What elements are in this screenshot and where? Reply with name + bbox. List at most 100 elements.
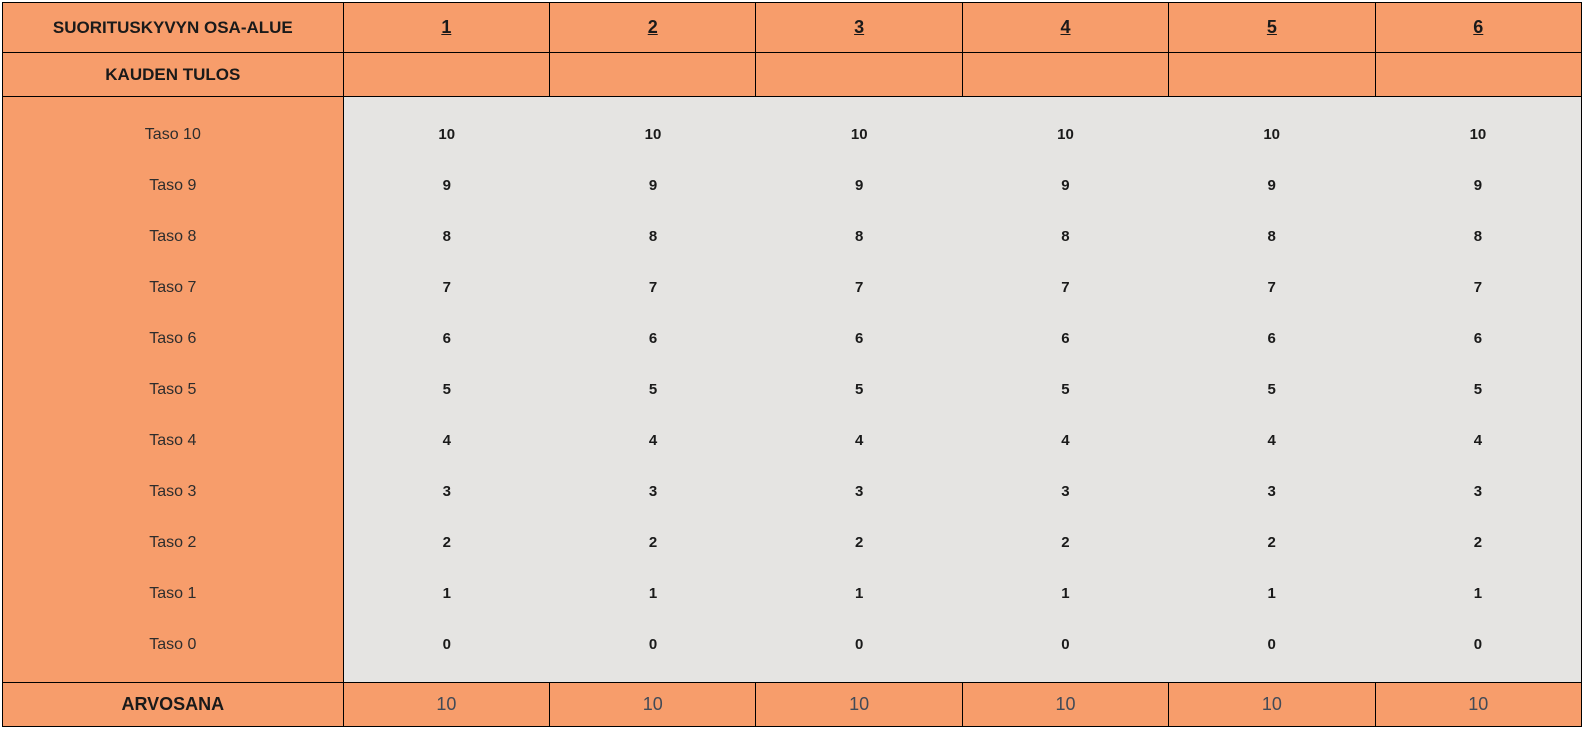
level-value: 8: [756, 229, 962, 244]
grade-header: ARVOSANA: [3, 683, 344, 727]
level-value: 9: [1375, 178, 1581, 193]
season-result-header: KAUDEN TULOS: [3, 53, 344, 97]
levels-row: Taso 10 Taso 9 Taso 8 Taso 7 Taso 6 Taso…: [3, 97, 1582, 683]
level-value: 4: [344, 433, 550, 448]
grade-cell-5: 10: [1169, 683, 1375, 727]
level-value: 4: [756, 433, 962, 448]
level-value: 8: [1375, 229, 1581, 244]
level-value: 0: [344, 637, 550, 652]
level-value: 5: [962, 382, 1168, 397]
col-header-1[interactable]: 1: [343, 3, 549, 53]
level-value: 9: [962, 178, 1168, 193]
level-value: 9: [1169, 178, 1375, 193]
level-label: Taso 6: [3, 331, 343, 347]
level-value: 10: [756, 127, 962, 142]
performance-table: SUORITUSKYVYN OSA-ALUE 1 2 3 4 5 6 KAUDE…: [2, 2, 1582, 727]
level-value: 3: [550, 484, 756, 499]
level-value: 10: [1169, 127, 1375, 142]
level-value: 6: [756, 331, 962, 346]
col-header-6[interactable]: 6: [1375, 3, 1581, 53]
level-value: 4: [962, 433, 1168, 448]
level-value: 6: [1375, 331, 1581, 346]
level-value: 3: [344, 484, 550, 499]
area-header: SUORITUSKYVYN OSA-ALUE: [3, 3, 344, 53]
season-cell-5: [1169, 53, 1375, 97]
season-cell-6: [1375, 53, 1581, 97]
grade-row: ARVOSANA 10 10 10 10 10 10: [3, 683, 1582, 727]
level-label: Taso 9: [3, 178, 343, 194]
levels-col-1: 10 9 8 7 6 5 4 3 2 1 0 10 9 8 7: [343, 97, 1581, 683]
season-cell-2: [550, 53, 756, 97]
level-value: 2: [550, 535, 756, 550]
level-value: 2: [1375, 535, 1581, 550]
header-row-season: KAUDEN TULOS: [3, 53, 1582, 97]
season-cell-4: [962, 53, 1168, 97]
header-row-area: SUORITUSKYVYN OSA-ALUE 1 2 3 4 5 6: [3, 3, 1582, 53]
level-label: Taso 5: [3, 382, 343, 398]
grade-cell-2: 10: [550, 683, 756, 727]
level-label: Taso 0: [3, 637, 343, 653]
level-value: 8: [962, 229, 1168, 244]
col-header-2[interactable]: 2: [550, 3, 756, 53]
level-value: 3: [962, 484, 1168, 499]
season-cell-3: [756, 53, 962, 97]
grade-cell-3: 10: [756, 683, 962, 727]
level-value: 8: [344, 229, 550, 244]
level-value: 3: [1375, 484, 1581, 499]
col-header-3[interactable]: 3: [756, 3, 962, 53]
level-label: Taso 3: [3, 484, 343, 500]
level-value: 3: [756, 484, 962, 499]
level-value: 6: [962, 331, 1168, 346]
levels-labels-column: Taso 10 Taso 9 Taso 8 Taso 7 Taso 6 Taso…: [3, 97, 344, 683]
level-value: 6: [344, 331, 550, 346]
level-value: 10: [550, 127, 756, 142]
level-label: Taso 2: [3, 535, 343, 551]
level-value: 0: [550, 637, 756, 652]
level-label: Taso 4: [3, 433, 343, 449]
level-value: 4: [550, 433, 756, 448]
level-value: 0: [1169, 637, 1375, 652]
level-value: 10: [962, 127, 1168, 142]
level-value: 1: [344, 586, 550, 601]
level-value: 8: [550, 229, 756, 244]
level-value: 0: [1375, 637, 1581, 652]
level-value: 2: [756, 535, 962, 550]
level-value: 9: [550, 178, 756, 193]
col-header-5[interactable]: 5: [1169, 3, 1375, 53]
level-value: 2: [962, 535, 1168, 550]
level-value: 4: [1375, 433, 1581, 448]
level-label: Taso 1: [3, 586, 343, 602]
level-value: 9: [756, 178, 962, 193]
level-value: 10: [344, 127, 550, 142]
level-value: 0: [962, 637, 1168, 652]
level-value: 6: [550, 331, 756, 346]
level-value: 1: [1169, 586, 1375, 601]
grade-cell-4: 10: [962, 683, 1168, 727]
level-value: 5: [1375, 382, 1581, 397]
level-value: 7: [550, 280, 756, 295]
level-value: 8: [1169, 229, 1375, 244]
season-cell-1: [343, 53, 549, 97]
level-label: Taso 8: [3, 229, 343, 245]
level-value: 7: [1375, 280, 1581, 295]
level-value: 1: [962, 586, 1168, 601]
level-value: 10: [1375, 127, 1581, 142]
level-value: 1: [756, 586, 962, 601]
level-value: 2: [344, 535, 550, 550]
level-value: 7: [344, 280, 550, 295]
level-value: 5: [344, 382, 550, 397]
level-value: 4: [1169, 433, 1375, 448]
level-value: 7: [756, 280, 962, 295]
level-value: 7: [1169, 280, 1375, 295]
level-value: 0: [756, 637, 962, 652]
grade-cell-1: 10: [343, 683, 549, 727]
grade-cell-6: 10: [1375, 683, 1581, 727]
level-value: 2: [1169, 535, 1375, 550]
level-value: 3: [1169, 484, 1375, 499]
level-value: 6: [1169, 331, 1375, 346]
col-header-4[interactable]: 4: [962, 3, 1168, 53]
level-value: 5: [756, 382, 962, 397]
level-label: Taso 10: [3, 127, 343, 143]
level-value: 5: [1169, 382, 1375, 397]
level-value: 7: [962, 280, 1168, 295]
